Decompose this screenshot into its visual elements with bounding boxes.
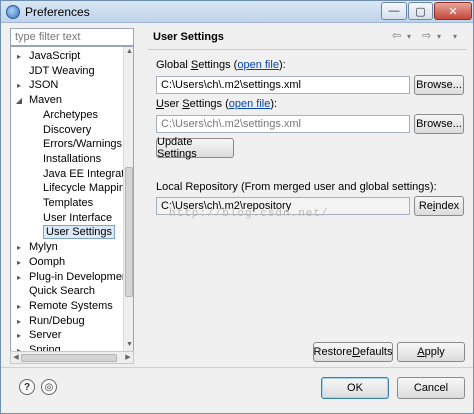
tree-item[interactable]: ▸ JSON	[17, 78, 58, 93]
collapsed-arrow-icon[interactable]: ▸	[15, 255, 23, 270]
collapsed-arrow-icon[interactable]: ▸	[15, 78, 23, 93]
user-open-file-link[interactable]: open file	[229, 98, 271, 110]
tree-item-label: JavaScript	[29, 50, 81, 62]
import-export-icon[interactable]: ◎	[41, 379, 57, 395]
back-dropdown-icon[interactable]: ▾	[407, 32, 411, 41]
tree-item-label: Java EE Integration	[43, 167, 134, 180]
tree-item-label: Installations	[43, 152, 102, 165]
tree-item[interactable]: Archetypes	[43, 108, 98, 123]
tree-item[interactable]: Templates	[43, 196, 93, 211]
tree-item[interactable]: Errors/Warnings	[43, 137, 122, 152]
tree-vertical-scrollbar[interactable]: ▲ ▼	[123, 47, 133, 351]
tree-item[interactable]: Quick Search	[17, 284, 95, 299]
tree-item-label: Run/Debug	[29, 314, 85, 327]
collapsed-arrow-icon[interactable]: ▸	[15, 299, 23, 314]
tree-item[interactable]: ▸ Plug-in Development	[17, 270, 131, 285]
collapsed-arrow-icon[interactable]: ▸	[15, 314, 23, 329]
reindex-button[interactable]: Re i ndex	[414, 196, 464, 216]
tree-item-label: Remote Systems	[29, 299, 113, 312]
collapsed-arrow-icon[interactable]: ▸	[15, 49, 23, 64]
watermark-text: http://blog.csdn.net/	[169, 208, 329, 220]
scroll-left-arrow-icon[interactable]: ◀	[11, 352, 21, 363]
tree-item[interactable]: ▸ Mylyn	[17, 240, 58, 255]
global-browse-button[interactable]: Browse...	[414, 75, 464, 95]
tree-item[interactable]: Java EE Integration	[43, 167, 134, 182]
tree-item[interactable]: Discovery	[43, 123, 91, 138]
tree-item-label: Plug-in Development	[29, 270, 132, 283]
tree-item-label: Mylyn	[29, 241, 58, 254]
restore-defaults-button[interactable]: Restore Defaults	[313, 342, 393, 362]
tree-item-label: User Settings	[43, 225, 116, 240]
help-icon[interactable]: ?	[19, 379, 35, 395]
ok-button[interactable]: OK	[321, 377, 389, 399]
apply-button[interactable]: Apply	[397, 342, 465, 362]
collapsed-arrow-icon[interactable]: ▸	[15, 240, 23, 255]
maximize-button[interactable]: ▢	[408, 2, 433, 20]
tree-item-label: Archetypes	[43, 108, 99, 121]
tree-item[interactable]: User Settings	[43, 225, 116, 240]
minimize-button[interactable]: —	[381, 2, 407, 20]
preference-tree: ▸ Spring ▸ Server ▸ Run/Debug ▸ Remote Systems Q…	[10, 46, 134, 352]
scroll-up-arrow-icon[interactable]: ▲	[124, 48, 133, 58]
global-open-file-link[interactable]: open file	[237, 59, 279, 71]
tree-item-label: Maven	[29, 94, 63, 107]
tree-item-label: Errors/Warnings	[43, 138, 123, 151]
tree-item[interactable]: Installations	[43, 152, 101, 167]
tree-item-label: Server	[29, 329, 62, 342]
tree-item-label: Quick Search	[29, 285, 96, 298]
scroll-right-arrow-icon[interactable]: ▶	[123, 352, 133, 363]
scroll-down-arrow-icon[interactable]: ▼	[124, 341, 133, 351]
bottom-separator	[1, 367, 473, 368]
title-separator	[148, 49, 466, 50]
window-title: Preferences	[25, 5, 90, 19]
filter-input[interactable]: type filter text	[10, 28, 134, 46]
tree-item-label: Oomph	[29, 255, 66, 268]
global-settings-field[interactable]: C:\Users\ch\.m2\settings.xml	[156, 76, 410, 94]
tree-item-label: Discovery	[43, 123, 92, 136]
tree-item-label: User Interface	[43, 211, 113, 224]
close-button[interactable]: ✕	[434, 2, 472, 20]
cancel-button[interactable]: Cancel	[397, 377, 465, 399]
tree-item[interactable]: ▸ Remote Systems	[17, 299, 113, 314]
tree-item[interactable]: ▸ Oomph	[17, 255, 65, 270]
local-repository-label: Local Repository (From merged user and g…	[156, 181, 437, 193]
tree-item-label: Lifecycle Mapping	[43, 182, 132, 195]
user-settings-label: User Settings (open file):	[156, 98, 278, 110]
expanded-arrow-icon[interactable]: ◢	[15, 93, 23, 108]
update-settings-button[interactable]: Update Settings	[156, 136, 234, 160]
user-settings-field[interactable]: C:\Users\ch\.m2\settings.xml	[156, 115, 410, 133]
tree-vertical-scroll-thumb[interactable]	[125, 167, 133, 297]
back-arrow-icon[interactable]: ⇦	[392, 29, 401, 42]
tree-item[interactable]: ◢ Maven	[15, 93, 63, 108]
forward-dropdown-icon[interactable]: ▾	[437, 32, 441, 41]
tree-item-label: Templates	[43, 197, 94, 209]
global-settings-label: Global Settings (open file):	[156, 59, 286, 71]
tree-item[interactable]: ▸ JavaScript	[17, 49, 80, 64]
tree-item[interactable]: Lifecycle Mapping	[43, 181, 131, 196]
tree-item[interactable]: ▸ Server	[17, 328, 61, 343]
tree-item-label: JDT Weaving	[29, 64, 95, 77]
user-browse-button[interactable]: Browse...	[414, 114, 464, 134]
title-bar: Preferences — ▢ ✕	[1, 1, 473, 23]
tree-item[interactable]: ▸ Run/Debug	[17, 314, 85, 329]
tree-horizontal-scroll-thumb[interactable]	[21, 354, 117, 362]
forward-arrow-icon[interactable]: ⇨	[422, 29, 431, 42]
tree-item-label: JSON	[29, 79, 59, 92]
preferences-window: Preferences — ▢ ✕ type filter text ▸ Spri…	[0, 0, 474, 414]
tree-item[interactable]: JDT Weaving	[17, 64, 95, 79]
collapsed-arrow-icon[interactable]: ▸	[15, 270, 23, 285]
page-title: User Settings	[153, 31, 224, 43]
eclipse-app-icon	[6, 5, 20, 19]
collapsed-arrow-icon[interactable]: ▸	[15, 328, 23, 343]
tree-horizontal-scrollbar[interactable]: ◀ ▶	[10, 351, 134, 364]
view-menu-icon[interactable]: ▾	[453, 32, 457, 41]
tree-item[interactable]: User Interface	[43, 211, 112, 226]
